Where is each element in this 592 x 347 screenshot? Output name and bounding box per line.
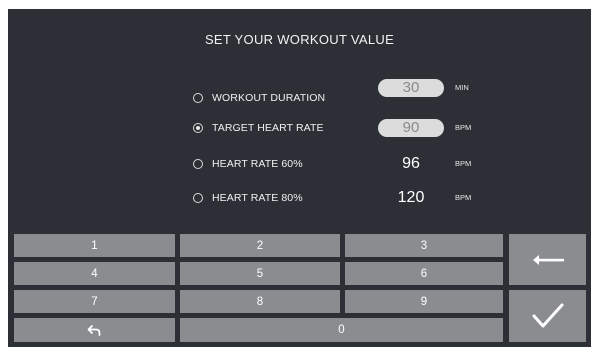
backspace-button[interactable] — [509, 234, 586, 285]
key-6[interactable]: 6 — [345, 262, 503, 285]
heart-rate-60-unit: BPM — [455, 159, 472, 168]
option-target-heart-rate[interactable]: TARGET HEART RATE — [193, 120, 324, 136]
option-label: HEART RATE 80% — [212, 192, 303, 204]
undo-arrow-icon — [87, 325, 100, 336]
radio-target-heart-rate[interactable] — [193, 123, 203, 133]
option-heart-rate-60[interactable]: HEART RATE 60% — [193, 156, 303, 172]
option-label: TARGET HEART RATE — [212, 122, 324, 134]
heart-rate-60-value: 96 — [402, 155, 420, 172]
key-8[interactable]: 8 — [180, 290, 340, 313]
left-arrow-icon — [532, 254, 564, 265]
option-workout-duration[interactable]: WORKOUT DURATION — [193, 90, 325, 106]
confirm-button[interactable] — [509, 290, 586, 342]
page-title: SET YOUR WORKOUT VALUE — [204, 32, 395, 47]
key-9[interactable]: 9 — [345, 290, 503, 313]
workout-duration-unit: MIN — [455, 83, 469, 92]
radio-workout-duration[interactable] — [193, 93, 203, 103]
undo-button[interactable] — [14, 318, 175, 342]
heart-rate-80-value: 120 — [397, 189, 425, 206]
key-0[interactable]: 0 — [180, 318, 503, 342]
workout-duration-value[interactable]: 30 — [378, 79, 444, 97]
target-heart-rate-value[interactable]: 90 — [378, 119, 444, 137]
checkmark-icon — [532, 303, 563, 328]
key-7[interactable]: 7 — [14, 290, 175, 313]
heart-rate-80-unit: BPM — [455, 193, 472, 202]
key-3[interactable]: 3 — [345, 234, 503, 257]
key-4[interactable]: 4 — [14, 262, 175, 285]
target-heart-rate-unit: BPM — [455, 123, 472, 132]
option-label: HEART RATE 60% — [212, 158, 303, 170]
workout-value-screen: SET YOUR WORKOUT VALUE WORKOUT DURATION … — [8, 9, 591, 347]
option-label: WORKOUT DURATION — [212, 92, 326, 104]
key-5[interactable]: 5 — [180, 262, 340, 285]
option-heart-rate-80[interactable]: HEART RATE 80% — [193, 190, 303, 206]
key-1[interactable]: 1 — [14, 234, 175, 257]
radio-heart-rate-60[interactable] — [193, 159, 203, 169]
key-2[interactable]: 2 — [180, 234, 340, 257]
radio-heart-rate-80[interactable] — [193, 193, 203, 203]
